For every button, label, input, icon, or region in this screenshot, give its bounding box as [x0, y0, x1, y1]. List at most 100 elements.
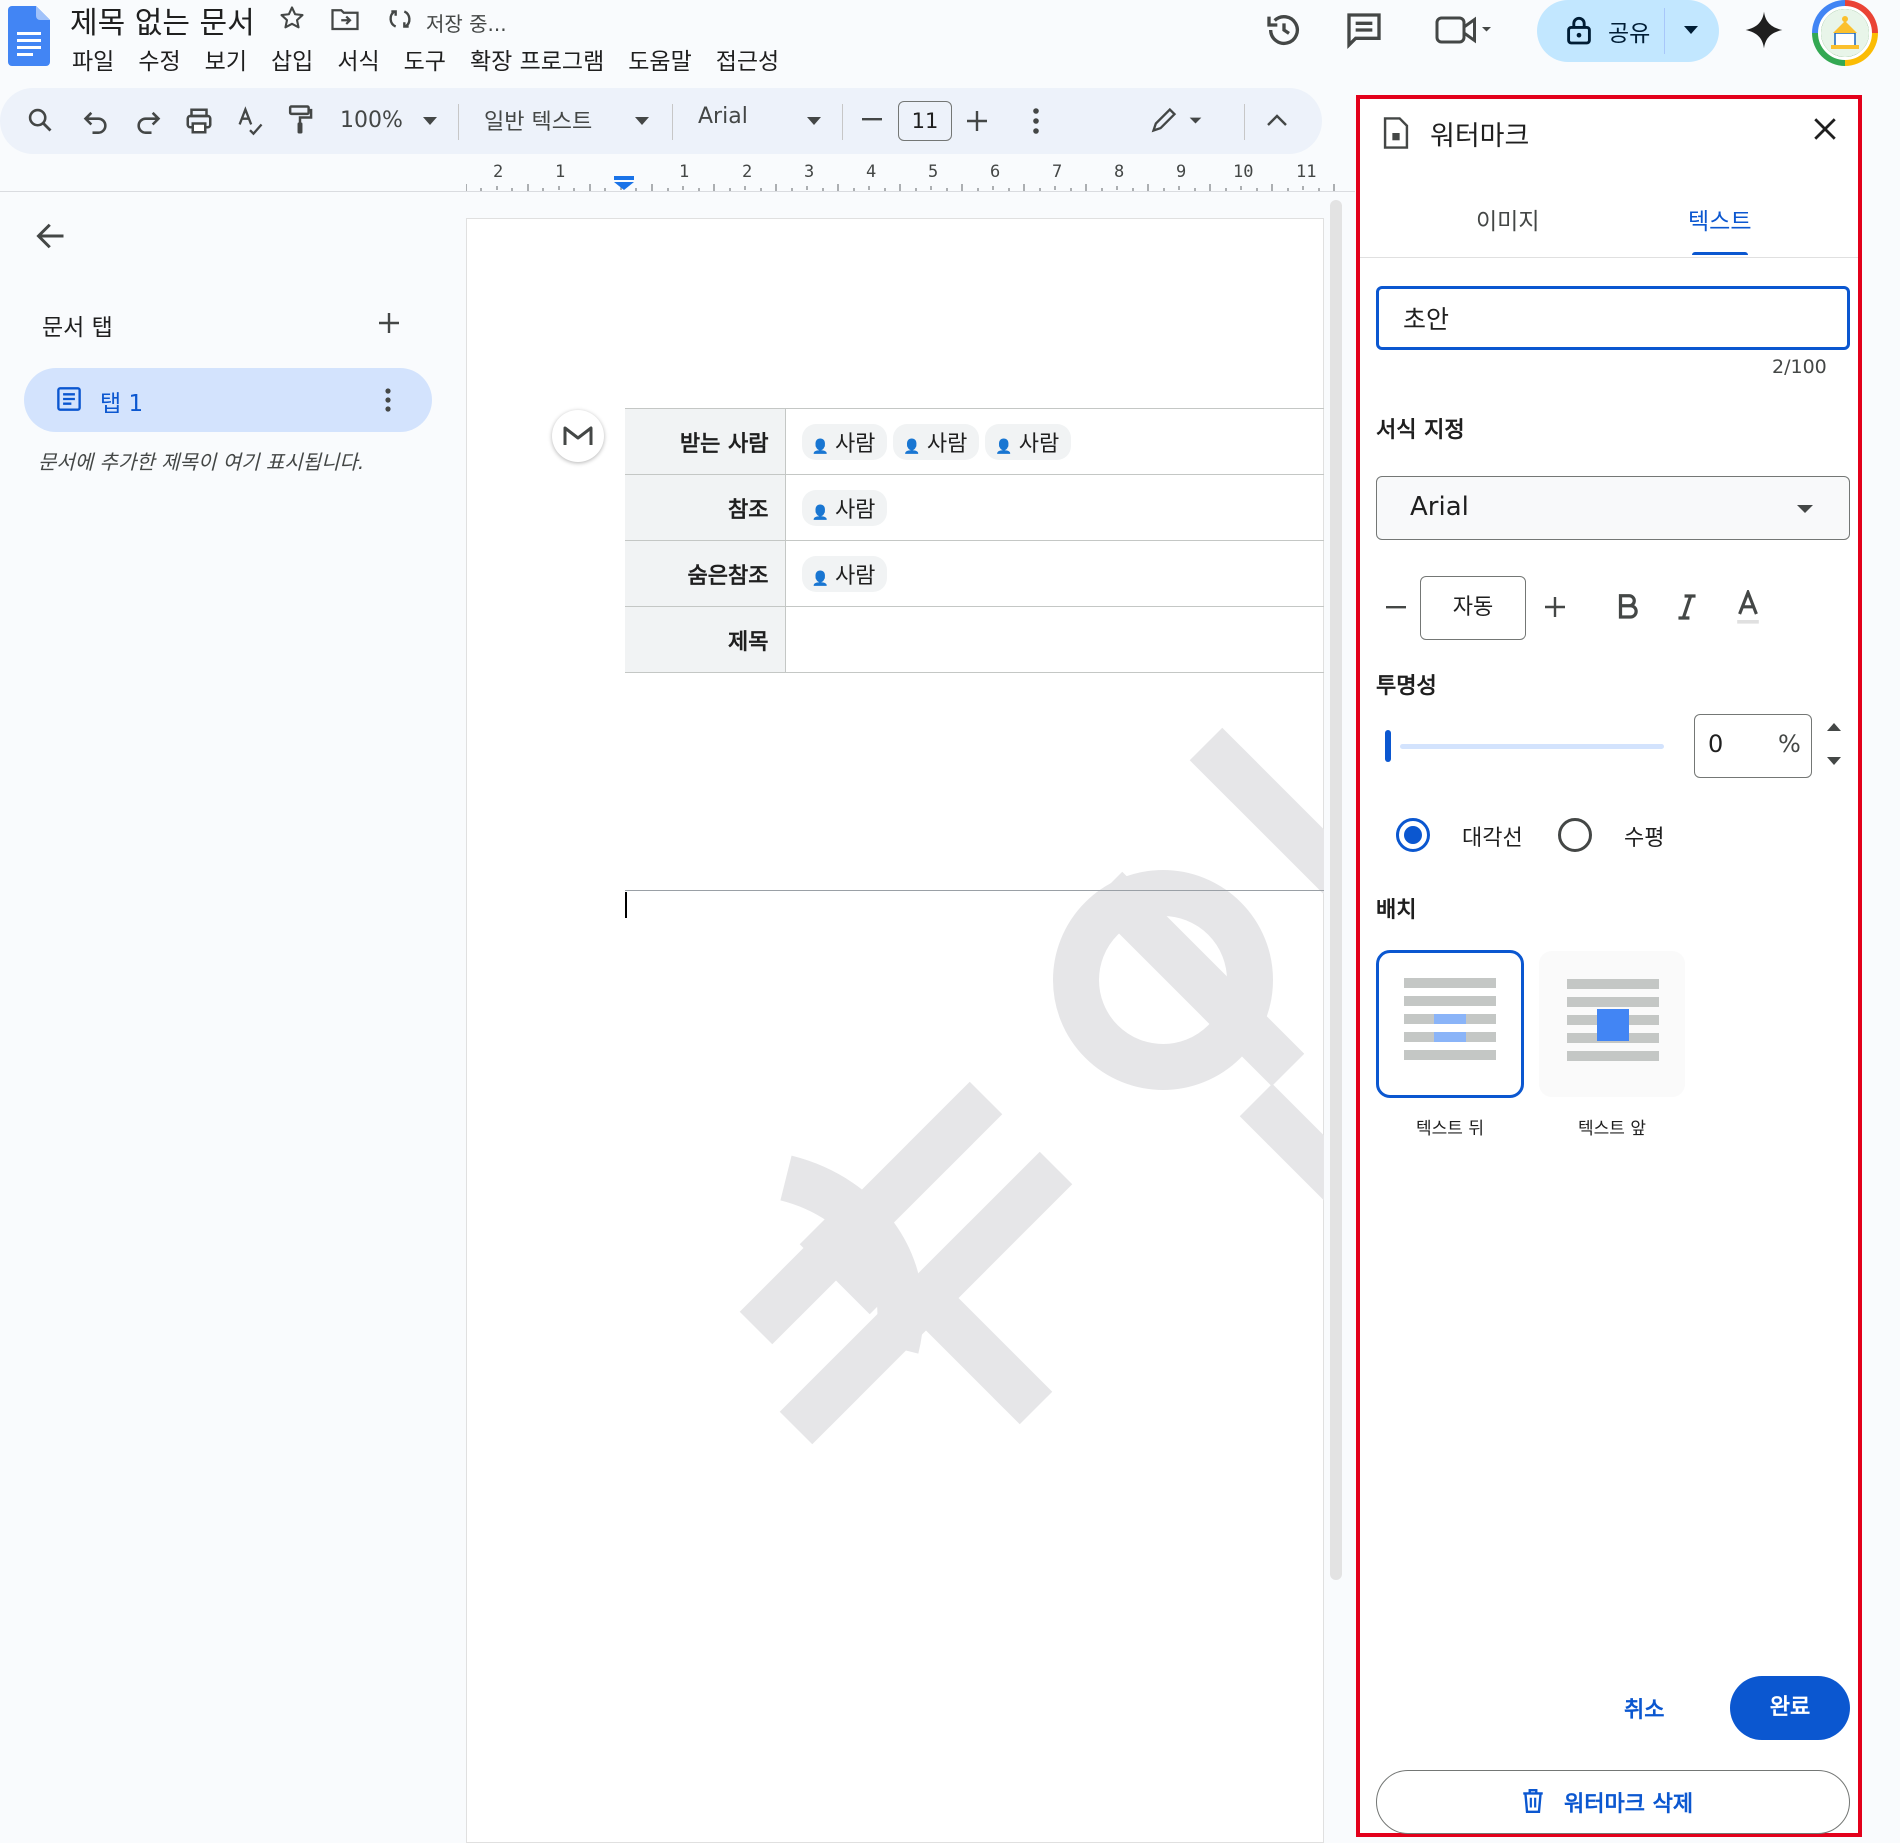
redo-icon[interactable] [134, 108, 162, 134]
back-arrow-icon[interactable] [36, 222, 66, 250]
lock-icon [1566, 14, 1592, 46]
opacity-section-label: 투명성 [1376, 674, 1437, 699]
menu-item[interactable]: 서식 [337, 42, 379, 76]
cancel-button[interactable]: 취소 [1624, 1692, 1664, 1724]
menu-item[interactable]: 도구 [404, 42, 446, 76]
document-tab-1[interactable] [24, 368, 432, 432]
person-chip[interactable]: 👤 사람 [893, 423, 980, 460]
vertical-scrollbar[interactable] [1330, 200, 1342, 1580]
star-icon[interactable] [278, 4, 306, 32]
undo-icon[interactable] [82, 108, 110, 134]
gmail-draft-button[interactable] [552, 410, 604, 462]
comments-icon[interactable] [1344, 10, 1384, 50]
tab-text[interactable]: 텍스트 [1688, 202, 1751, 236]
ruler-tick-label: 10 [1233, 162, 1254, 182]
in-front-of-text-option[interactable] [1538, 950, 1686, 1098]
person-icon: 👤 [811, 504, 829, 521]
menu-item[interactable]: 접근성 [716, 42, 779, 76]
menu-item[interactable]: 삽입 [271, 42, 313, 76]
field-label: 받는 사람 [625, 408, 786, 475]
menu-item[interactable]: 파일 [72, 42, 114, 76]
spin-up-icon[interactable] [1826, 722, 1842, 732]
spin-down-icon[interactable] [1826, 756, 1842, 766]
history-icon[interactable] [1264, 10, 1304, 50]
tabs-hint-text: 문서에 추가한 제목이 여기 표시됩니다. [38, 450, 365, 474]
person-chip[interactable]: 👤 사람 [801, 423, 888, 460]
delete-watermark-label: 워터마크 삭제 [1564, 1792, 1694, 1817]
italic-icon[interactable] [1676, 594, 1698, 620]
ruler-divider [0, 191, 1355, 192]
opacity-value: 0 [1708, 730, 1724, 758]
docs-logo-icon[interactable] [8, 6, 50, 66]
font-select[interactable]: Arial [698, 104, 748, 129]
size-input[interactable]: 자동 [1420, 576, 1526, 640]
text-color-icon[interactable] [1736, 590, 1760, 626]
paint-format-icon[interactable] [286, 104, 314, 136]
person-chip[interactable]: 👤 사람 [985, 423, 1072, 460]
menu-item[interactable]: 보기 [205, 42, 247, 76]
field-value[interactable]: 👤 사람 [785, 474, 1324, 541]
toolbar-divider [842, 104, 843, 140]
decrease-size-icon[interactable] [1386, 606, 1406, 610]
menu-item[interactable]: 도움말 [628, 42, 691, 76]
table-row: 받는 사람 👤 사람 👤 사람 👤 사람 [625, 408, 1324, 475]
watermark-doc-icon [1382, 116, 1410, 150]
bold-icon[interactable] [1618, 594, 1638, 620]
more-options-icon[interactable] [1032, 108, 1040, 134]
panel-title: 워터마크 [1430, 121, 1530, 152]
font-dropdown-icon[interactable] [806, 116, 822, 126]
horizontal-label: 수평 [1624, 826, 1665, 851]
zoom-dropdown-icon[interactable] [422, 116, 438, 126]
person-chip-label: 사람 [834, 563, 876, 589]
increase-size-icon[interactable] [1544, 596, 1566, 618]
spellcheck-icon[interactable] [236, 106, 264, 136]
person-chip-label: 사람 [926, 431, 968, 457]
font-size-input[interactable]: 11 [898, 101, 952, 141]
layout-section-label: 배치 [1376, 898, 1417, 923]
table-row: 제목 [625, 606, 1324, 673]
meet-icon[interactable] [1432, 12, 1496, 48]
hide-menus-chevron-up-icon[interactable] [1266, 112, 1288, 128]
print-icon[interactable] [184, 106, 214, 136]
horizontal-ruler[interactable]: 2 1 1 2 3 4 5 6 7 8 9 10 11 [466, 162, 1346, 192]
style-dropdown-icon[interactable] [634, 116, 650, 126]
add-tab-icon[interactable] [378, 312, 400, 334]
char-count: 2/100 [1772, 356, 1827, 378]
tab-options-icon[interactable] [384, 388, 392, 412]
diagonal-radio[interactable] [1396, 818, 1430, 852]
gemini-sparkle-icon[interactable] [1744, 10, 1784, 50]
tab-image[interactable]: 이미지 [1476, 202, 1539, 236]
editing-mode-pencil-icon[interactable] [1150, 106, 1206, 134]
watermark-text-input[interactable] [1376, 286, 1850, 350]
move-folder-icon[interactable] [330, 6, 360, 32]
done-button[interactable]: 완료 [1730, 1676, 1850, 1740]
person-chip[interactable]: 👤 사람 [801, 555, 888, 592]
ruler-tick-label: 1 [679, 162, 690, 182]
field-value[interactable]: 👤 사람 [785, 540, 1324, 607]
ruler-tick-label: 3 [804, 162, 815, 182]
share-dropdown-icon[interactable] [1682, 24, 1700, 36]
style-select[interactable]: 일반 텍스트 [484, 104, 592, 136]
document-title[interactable]: 제목 없는 문서 [70, 0, 255, 42]
trash-icon [1522, 1788, 1544, 1814]
horizontal-radio[interactable] [1558, 818, 1592, 852]
in-front-of-text-label: 텍스트 앞 [1578, 1119, 1646, 1139]
menu-item[interactable]: 수정 [138, 42, 180, 76]
horizontal-rule [625, 890, 1324, 891]
person-chip[interactable]: 👤 사람 [801, 489, 888, 526]
increase-font-size-icon[interactable] [966, 110, 988, 132]
behind-text-option[interactable] [1376, 950, 1524, 1098]
field-label: 참조 [625, 474, 786, 541]
opacity-slider-track[interactable] [1400, 744, 1664, 749]
decrease-font-size-icon[interactable] [862, 118, 882, 122]
text-cursor [625, 892, 627, 918]
zoom-select[interactable]: 100% [340, 108, 403, 133]
opacity-slider-thumb[interactable] [1385, 730, 1391, 762]
field-value[interactable] [785, 606, 1324, 673]
close-icon[interactable] [1812, 116, 1838, 142]
search-menus-icon[interactable] [26, 106, 54, 134]
menu-item[interactable]: 확장 프로그램 [470, 42, 604, 76]
share-label: 공유 [1608, 21, 1651, 47]
ruler-tick-label: 9 [1176, 162, 1187, 182]
field-value[interactable]: 👤 사람 👤 사람 👤 사람 [785, 408, 1324, 475]
